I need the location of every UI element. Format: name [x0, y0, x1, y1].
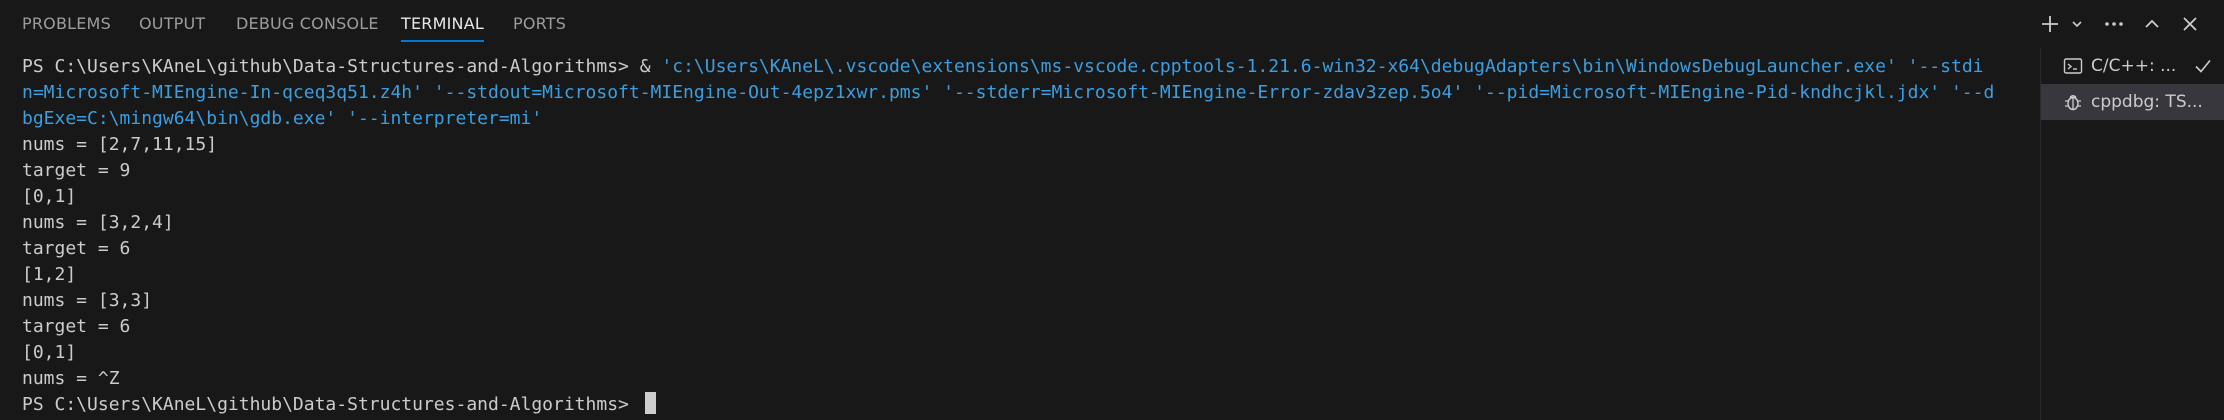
terminal-output-line: target = 9	[22, 160, 131, 181]
terminal-list: C/C++: ... cppdbg: TS...	[2040, 48, 2224, 420]
terminal-panel: PROBLEMS OUTPUT DEBUG CONSOLE TERMINAL P…	[0, 0, 2224, 420]
tab-ports[interactable]: PORTS	[513, 0, 566, 48]
tab-terminal[interactable]: TERMINAL	[401, 0, 484, 48]
terminal-output-line: target = 6	[22, 238, 131, 259]
command-operator: &	[628, 56, 662, 77]
ellipsis-icon[interactable]	[2100, 10, 2128, 38]
tab-output[interactable]: OUTPUT	[139, 0, 205, 48]
terminal-output-line: nums = [2,7,11,15]	[22, 134, 218, 155]
terminal-output[interactable]: PS C:\Users\KAneL\github\Data-Structures…	[0, 48, 2040, 420]
terminal-output-line: nums = ^Z	[22, 368, 120, 389]
terminal-cursor	[644, 392, 656, 414]
terminal-list-item-label: cppdbg: TS...	[2091, 92, 2203, 112]
terminal-prompt-line: PS C:\Users\KAneL\github\Data-Structures…	[22, 392, 656, 418]
chevron-up-icon[interactable]	[2138, 10, 2166, 38]
close-icon[interactable]	[2176, 10, 2204, 38]
terminal-list-item-cpp[interactable]: C/C++: ...	[2041, 48, 2224, 84]
terminal-output-line: target = 6	[22, 316, 131, 337]
panel-tab-bar: PROBLEMS OUTPUT DEBUG CONSOLE TERMINAL P…	[0, 0, 2224, 48]
check-icon	[2193, 56, 2213, 76]
tab-debug-console[interactable]: DEBUG CONSOLE	[236, 0, 379, 48]
terminal-command-line: PS C:\Users\KAneL\github\Data-Structures…	[22, 54, 1984, 80]
terminal-output-line: [1,2]	[22, 264, 77, 285]
chevron-down-icon[interactable]	[2068, 10, 2086, 38]
terminal-output-line: [0,1]	[22, 186, 77, 207]
plus-icon[interactable]	[2036, 10, 2064, 38]
terminal-output-line: [0,1]	[22, 342, 77, 363]
prompt: PS C:\Users\KAneL\github\Data-Structures…	[22, 56, 629, 77]
debug-icon	[2063, 92, 2083, 112]
terminal-output-line: nums = [3,2,4]	[22, 212, 174, 233]
terminal-list-item-label: C/C++: ...	[2091, 56, 2177, 76]
terminal-list-item-cppdbg[interactable]: cppdbg: TS...	[2041, 84, 2224, 120]
tab-problems[interactable]: PROBLEMS	[22, 0, 111, 48]
command-text-continued: bgExe=C:\mingw64\bin\gdb.exe' '--interpr…	[22, 108, 543, 129]
terminal-output-line: nums = [3,3]	[22, 290, 153, 311]
terminal-icon	[2063, 56, 2083, 76]
prompt: PS C:\Users\KAneL\github\Data-Structures…	[22, 394, 629, 415]
command-text: 'c:\Users\KAneL\.vscode\extensions\ms-vs…	[661, 56, 1984, 77]
command-text-continued: n=Microsoft-MIEngine-In-qceq3q51.z4h' '-…	[22, 82, 1995, 103]
